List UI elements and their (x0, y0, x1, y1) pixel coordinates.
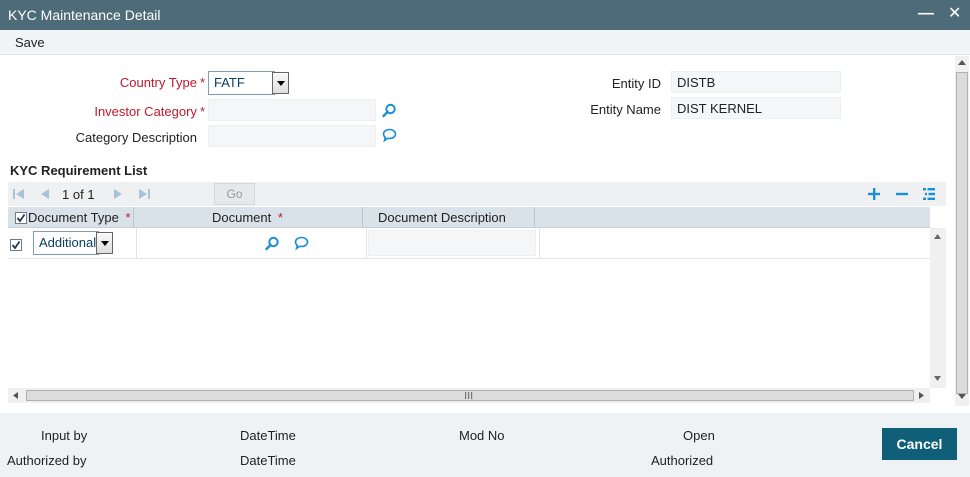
authorized-by-label: Authorized by (7, 453, 87, 468)
page-vertical-scrollbar[interactable] (955, 56, 969, 406)
menu-bar: Save (0, 30, 970, 55)
chat-icon[interactable] (382, 128, 397, 142)
search-icon[interactable] (265, 236, 280, 251)
document-type-select[interactable]: Additional (33, 231, 99, 255)
last-page-icon[interactable] (137, 187, 151, 201)
investor-category-label: Investor Category * (94, 104, 205, 119)
mod-no-label: Mod No (459, 428, 505, 443)
previous-page-icon[interactable] (38, 187, 52, 201)
row-checkbox[interactable] (10, 239, 22, 251)
search-icon[interactable] (382, 103, 397, 118)
grid-vertical-scrollbar[interactable] (930, 228, 946, 388)
first-page-icon[interactable] (12, 187, 26, 201)
category-description-input[interactable] (208, 125, 376, 147)
grip-icon (465, 392, 473, 399)
checkmark-icon (16, 213, 26, 223)
close-icon[interactable]: ✕ (948, 4, 961, 24)
grid-horizontal-scrollbar[interactable] (8, 388, 930, 403)
single-view-icon[interactable] (922, 187, 936, 201)
investor-category-input[interactable] (208, 99, 376, 121)
country-type-dropdown-button[interactable] (272, 72, 289, 94)
scroll-up-icon[interactable] (934, 234, 941, 239)
window-title: KYC Maintenance Detail (8, 7, 161, 23)
column-separator (534, 207, 535, 228)
column-separator (362, 207, 363, 228)
kyc-requirement-list-title: KYC Requirement List (10, 163, 148, 178)
entity-name-label: Entity Name (590, 102, 661, 117)
add-row-icon[interactable] (867, 187, 881, 201)
grid-header: Document Type * Document * Document Desc… (8, 207, 930, 228)
column-separator (133, 207, 134, 228)
authorized-datetime-label: DateTime (240, 453, 296, 468)
chat-icon[interactable] (294, 236, 309, 250)
document-type-dropdown-button[interactable] (96, 232, 113, 254)
column-header-document[interactable]: Document * (212, 210, 283, 225)
scroll-left-icon[interactable] (13, 392, 18, 399)
document-input[interactable] (140, 232, 260, 254)
cell-separator (136, 228, 137, 259)
open-status-label: Open (683, 428, 715, 443)
entity-id-label: Entity ID (611, 76, 661, 91)
scroll-up-icon[interactable] (958, 59, 966, 65)
cell-separator (539, 228, 540, 259)
category-description-label: Category Description (75, 130, 197, 145)
audit-footer (0, 413, 970, 477)
scroll-right-icon[interactable] (919, 392, 924, 399)
scroll-down-icon[interactable] (934, 376, 941, 381)
horizontal-scroll-thumb[interactable] (26, 390, 914, 401)
minimize-icon[interactable]: — (918, 4, 934, 24)
column-header-document-type[interactable]: Document Type * (28, 210, 131, 225)
pager-text: 1 of 1 (62, 187, 95, 202)
cancel-button[interactable]: Cancel (882, 428, 957, 460)
country-type-select[interactable]: FATF (208, 71, 275, 95)
save-menu-item[interactable]: Save (15, 35, 45, 50)
next-page-icon[interactable] (111, 187, 125, 201)
input-by-label: Input by (41, 428, 88, 443)
page-scroll-thumb[interactable] (956, 72, 968, 394)
document-description-field (368, 230, 536, 256)
column-header-document-description[interactable]: Document Description (378, 210, 506, 225)
window-title-bar: KYC Maintenance Detail — ✕ (0, 0, 970, 30)
delete-row-icon[interactable] (895, 187, 909, 201)
checkmark-icon (11, 240, 21, 250)
country-type-label: Country Type * (119, 75, 205, 90)
cell-separator (366, 228, 367, 259)
scroll-down-icon[interactable] (958, 394, 966, 400)
entity-name-field: DIST KERNEL (671, 97, 841, 119)
go-button[interactable]: Go (214, 183, 255, 205)
select-all-checkbox[interactable] (15, 212, 27, 224)
authorized-status-label: Authorized (651, 453, 714, 468)
entity-id-field: DISTB (671, 71, 841, 93)
input-datetime-label: DateTime (240, 428, 296, 443)
